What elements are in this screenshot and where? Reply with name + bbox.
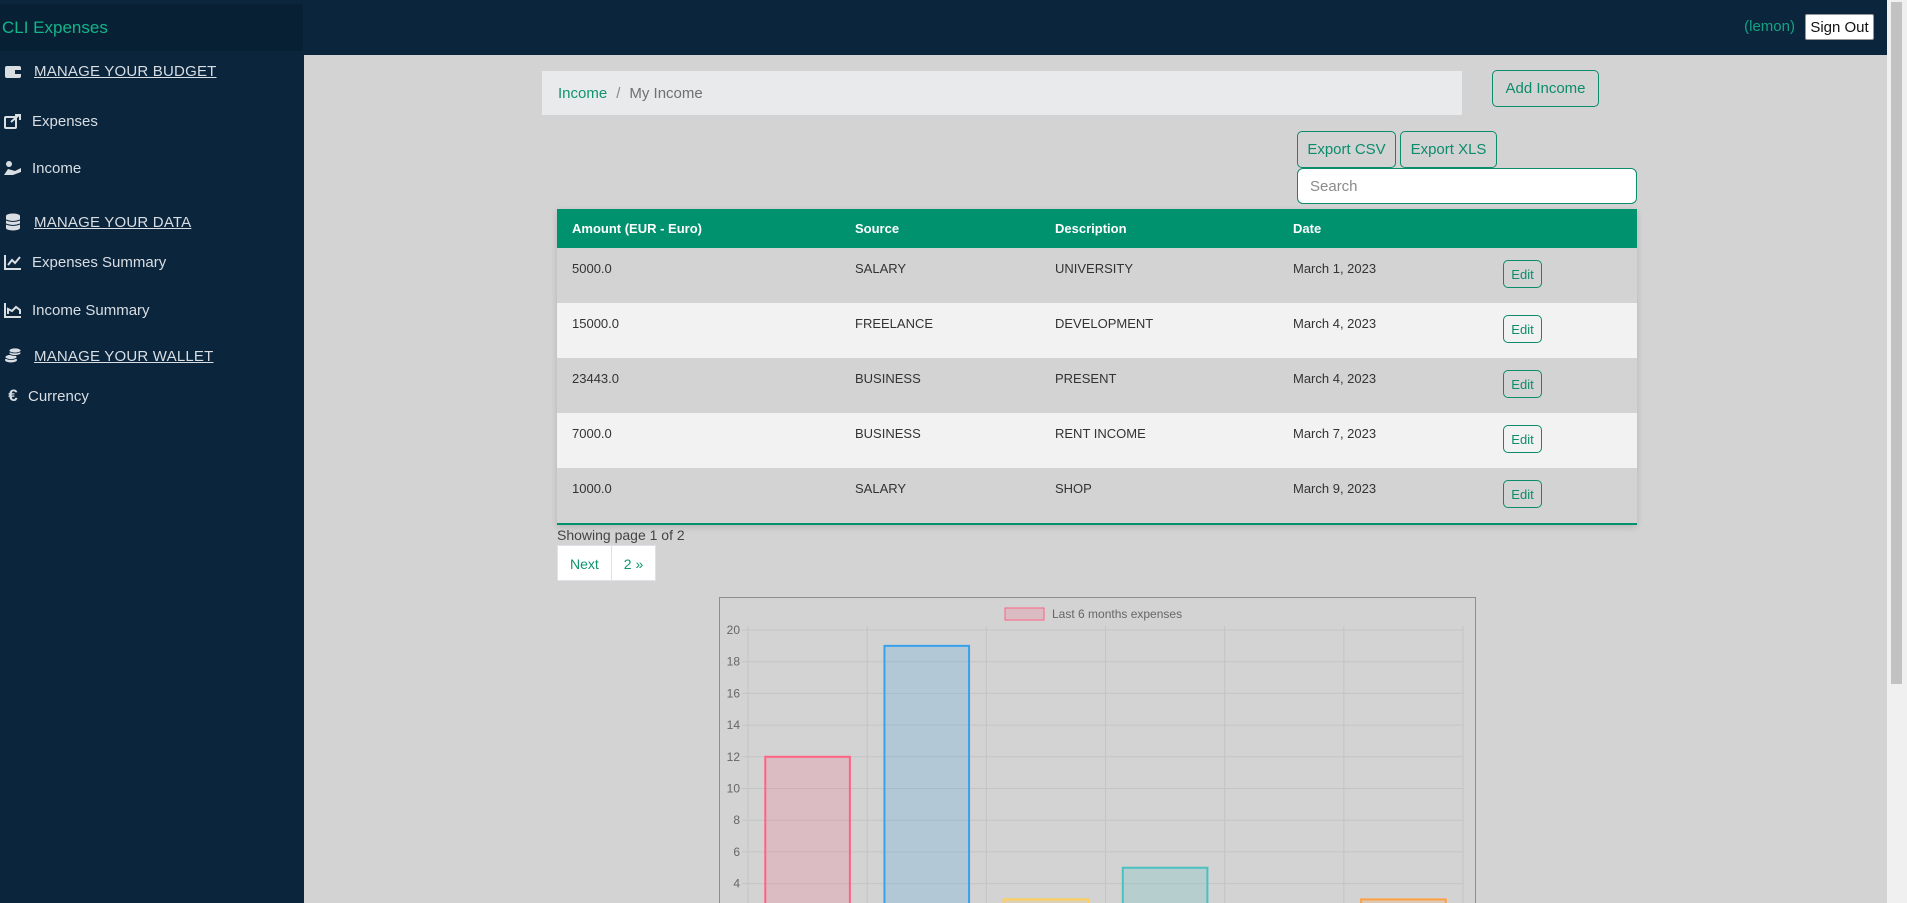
database-icon: [2, 212, 24, 232]
y-tick-label: 16: [727, 686, 741, 700]
sidebar-item-label: MANAGE YOUR BUDGET: [34, 62, 217, 80]
table-row: 7000.0 BUSINESS RENT INCOME March 7, 202…: [557, 413, 1637, 468]
hand-coins-icon: [2, 158, 24, 178]
share-out-icon: [2, 111, 24, 131]
sidebar-item-manage-wallet[interactable]: MANAGE YOUR WALLET: [0, 346, 213, 366]
brand-title[interactable]: CLI Expenses: [0, 4, 303, 51]
pagination-info: Showing page 1 of 2: [557, 527, 685, 543]
sidebar-item-currency[interactable]: € Currency: [0, 386, 89, 406]
sidebar-item-label: MANAGE YOUR WALLET: [34, 347, 214, 365]
y-tick-label: 12: [727, 750, 741, 764]
cell-amount: 7000.0: [572, 426, 612, 441]
y-tick-label: 20: [727, 623, 741, 637]
header-date[interactable]: Date: [1293, 221, 1503, 236]
next-page-link[interactable]: Next: [557, 545, 612, 581]
cell-description: RENT INCOME: [1055, 426, 1146, 441]
cell-description: UNIVERSITY: [1055, 261, 1134, 276]
chart-svg: 4 6 8 10 12 14 16 18 20 Last 6 months expenses: [727, 607, 1464, 903]
sidebar-item-label: Expenses Summary: [32, 253, 167, 271]
euro-icon: €: [8, 386, 18, 405]
cell-amount: 15000.0: [572, 316, 619, 331]
header-source[interactable]: Source: [855, 221, 1055, 236]
cell-source: BUSINESS: [855, 371, 921, 386]
chart-bar[interactable]: [1002, 898, 1090, 903]
sidebar-item-label: Income Summary: [32, 301, 150, 319]
y-tick-label: 18: [727, 655, 741, 669]
sidebar: CLI Expenses MANAGE YOUR BUDGET Expenses…: [0, 0, 304, 903]
chart-bar[interactable]: [1121, 866, 1209, 903]
table-header: Amount (EUR - Euro) Source Description D…: [557, 209, 1637, 248]
search-input[interactable]: [1297, 168, 1637, 204]
add-income-button[interactable]: Add Income: [1492, 70, 1599, 107]
cell-date: March 4, 2023: [1293, 316, 1377, 331]
chart-ticks: 4 6 8 10 12 14 16 18 20: [727, 623, 741, 891]
sidebar-item-expenses-summary[interactable]: Expenses Summary: [0, 252, 166, 272]
sidebar-item-income-summary[interactable]: Income Summary: [0, 300, 150, 320]
cell-description: DEVELOPMENT: [1055, 316, 1154, 331]
sidebar-item-manage-data[interactable]: MANAGE YOUR DATA: [0, 212, 191, 232]
export-csv-button[interactable]: Export CSV: [1297, 131, 1396, 168]
chart-bar[interactable]: [1360, 898, 1447, 903]
vertical-scrollbar[interactable]: [1887, 0, 1907, 903]
cell-source: BUSINESS: [855, 426, 921, 441]
export-xls-button[interactable]: Export XLS: [1400, 131, 1497, 168]
pagination: Next 2 »: [557, 545, 657, 581]
cell-amount: 23443.0: [572, 371, 619, 386]
breadcrumb-link-income[interactable]: Income: [558, 85, 607, 102]
edit-button[interactable]: Edit: [1503, 425, 1542, 453]
sidebar-item-label: Income: [32, 159, 82, 177]
scrollbar-thumb[interactable]: [1891, 2, 1902, 684]
sidebar-item-expenses[interactable]: Expenses: [0, 111, 98, 131]
y-tick-label: 8: [733, 813, 740, 827]
cell-amount: 5000.0: [572, 261, 612, 276]
sign-out-button[interactable]: Sign Out: [1805, 14, 1874, 40]
table-row: 5000.0 SALARY UNIVERSITY March 1, 2023 E…: [557, 248, 1637, 303]
table-row: 15000.0 FREELANCE DEVELOPMENT March 4, 2…: [557, 303, 1637, 358]
legend-label[interactable]: Last 6 months expenses: [1052, 607, 1182, 621]
sidebar-item-label: Expenses: [32, 112, 98, 130]
y-tick-label: 10: [727, 782, 741, 796]
expenses-chart: 4 6 8 10 12 14 16 18 20 Last 6 months expenses: [719, 597, 1476, 903]
wallet-icon: [2, 61, 24, 81]
sidebar-item-manage-budget[interactable]: MANAGE YOUR BUDGET: [0, 61, 217, 81]
breadcrumb: Income / My Income: [542, 71, 1462, 115]
cell-description: PRESENT: [1055, 371, 1117, 386]
edit-button[interactable]: Edit: [1503, 370, 1542, 398]
y-tick-label: 6: [733, 845, 740, 859]
cell-date: March 9, 2023: [1293, 481, 1377, 496]
sidebar-item-label: MANAGE YOUR DATA: [34, 213, 192, 231]
cell-description: SHOP: [1055, 481, 1092, 496]
header-description[interactable]: Description: [1055, 221, 1293, 236]
sidebar-item-label: Currency: [28, 387, 89, 405]
y-tick-label: 4: [733, 877, 740, 891]
table-row: 1000.0 SALARY SHOP March 9, 2023 Edit: [557, 468, 1637, 523]
income-table: Amount (EUR - Euro) Source Description D…: [557, 209, 1637, 525]
edit-button[interactable]: Edit: [1503, 480, 1542, 508]
area-chart-icon: [2, 300, 24, 320]
cell-date: March 7, 2023: [1293, 426, 1377, 441]
cell-source: FREELANCE: [855, 316, 934, 331]
table-row: 23443.0 BUSINESS PRESENT March 4, 2023 E…: [557, 358, 1637, 413]
breadcrumb-current: My Income: [629, 84, 703, 102]
breadcrumb-separator: /: [616, 84, 621, 102]
legend-swatch[interactable]: [1004, 607, 1045, 621]
edit-button[interactable]: Edit: [1503, 260, 1542, 288]
coins-icon: [2, 346, 24, 366]
sidebar-item-income[interactable]: Income: [0, 158, 81, 178]
chart-bar[interactable]: [764, 755, 851, 903]
y-tick-label: 14: [727, 718, 741, 732]
cell-source: SALARY: [855, 481, 907, 496]
cell-date: March 4, 2023: [1293, 371, 1377, 386]
edit-button[interactable]: Edit: [1503, 315, 1542, 343]
line-chart-icon: [2, 252, 24, 272]
cell-source: SALARY: [855, 261, 907, 276]
page-2-link[interactable]: 2 »: [611, 545, 657, 581]
header-amount[interactable]: Amount (EUR - Euro): [557, 221, 855, 236]
cell-amount: 1000.0: [572, 481, 612, 496]
topbar: [304, 0, 1887, 55]
cell-date: March 1, 2023: [1293, 261, 1377, 276]
chart-bar[interactable]: [883, 644, 971, 903]
user-label[interactable]: (lemon): [1744, 18, 1795, 35]
